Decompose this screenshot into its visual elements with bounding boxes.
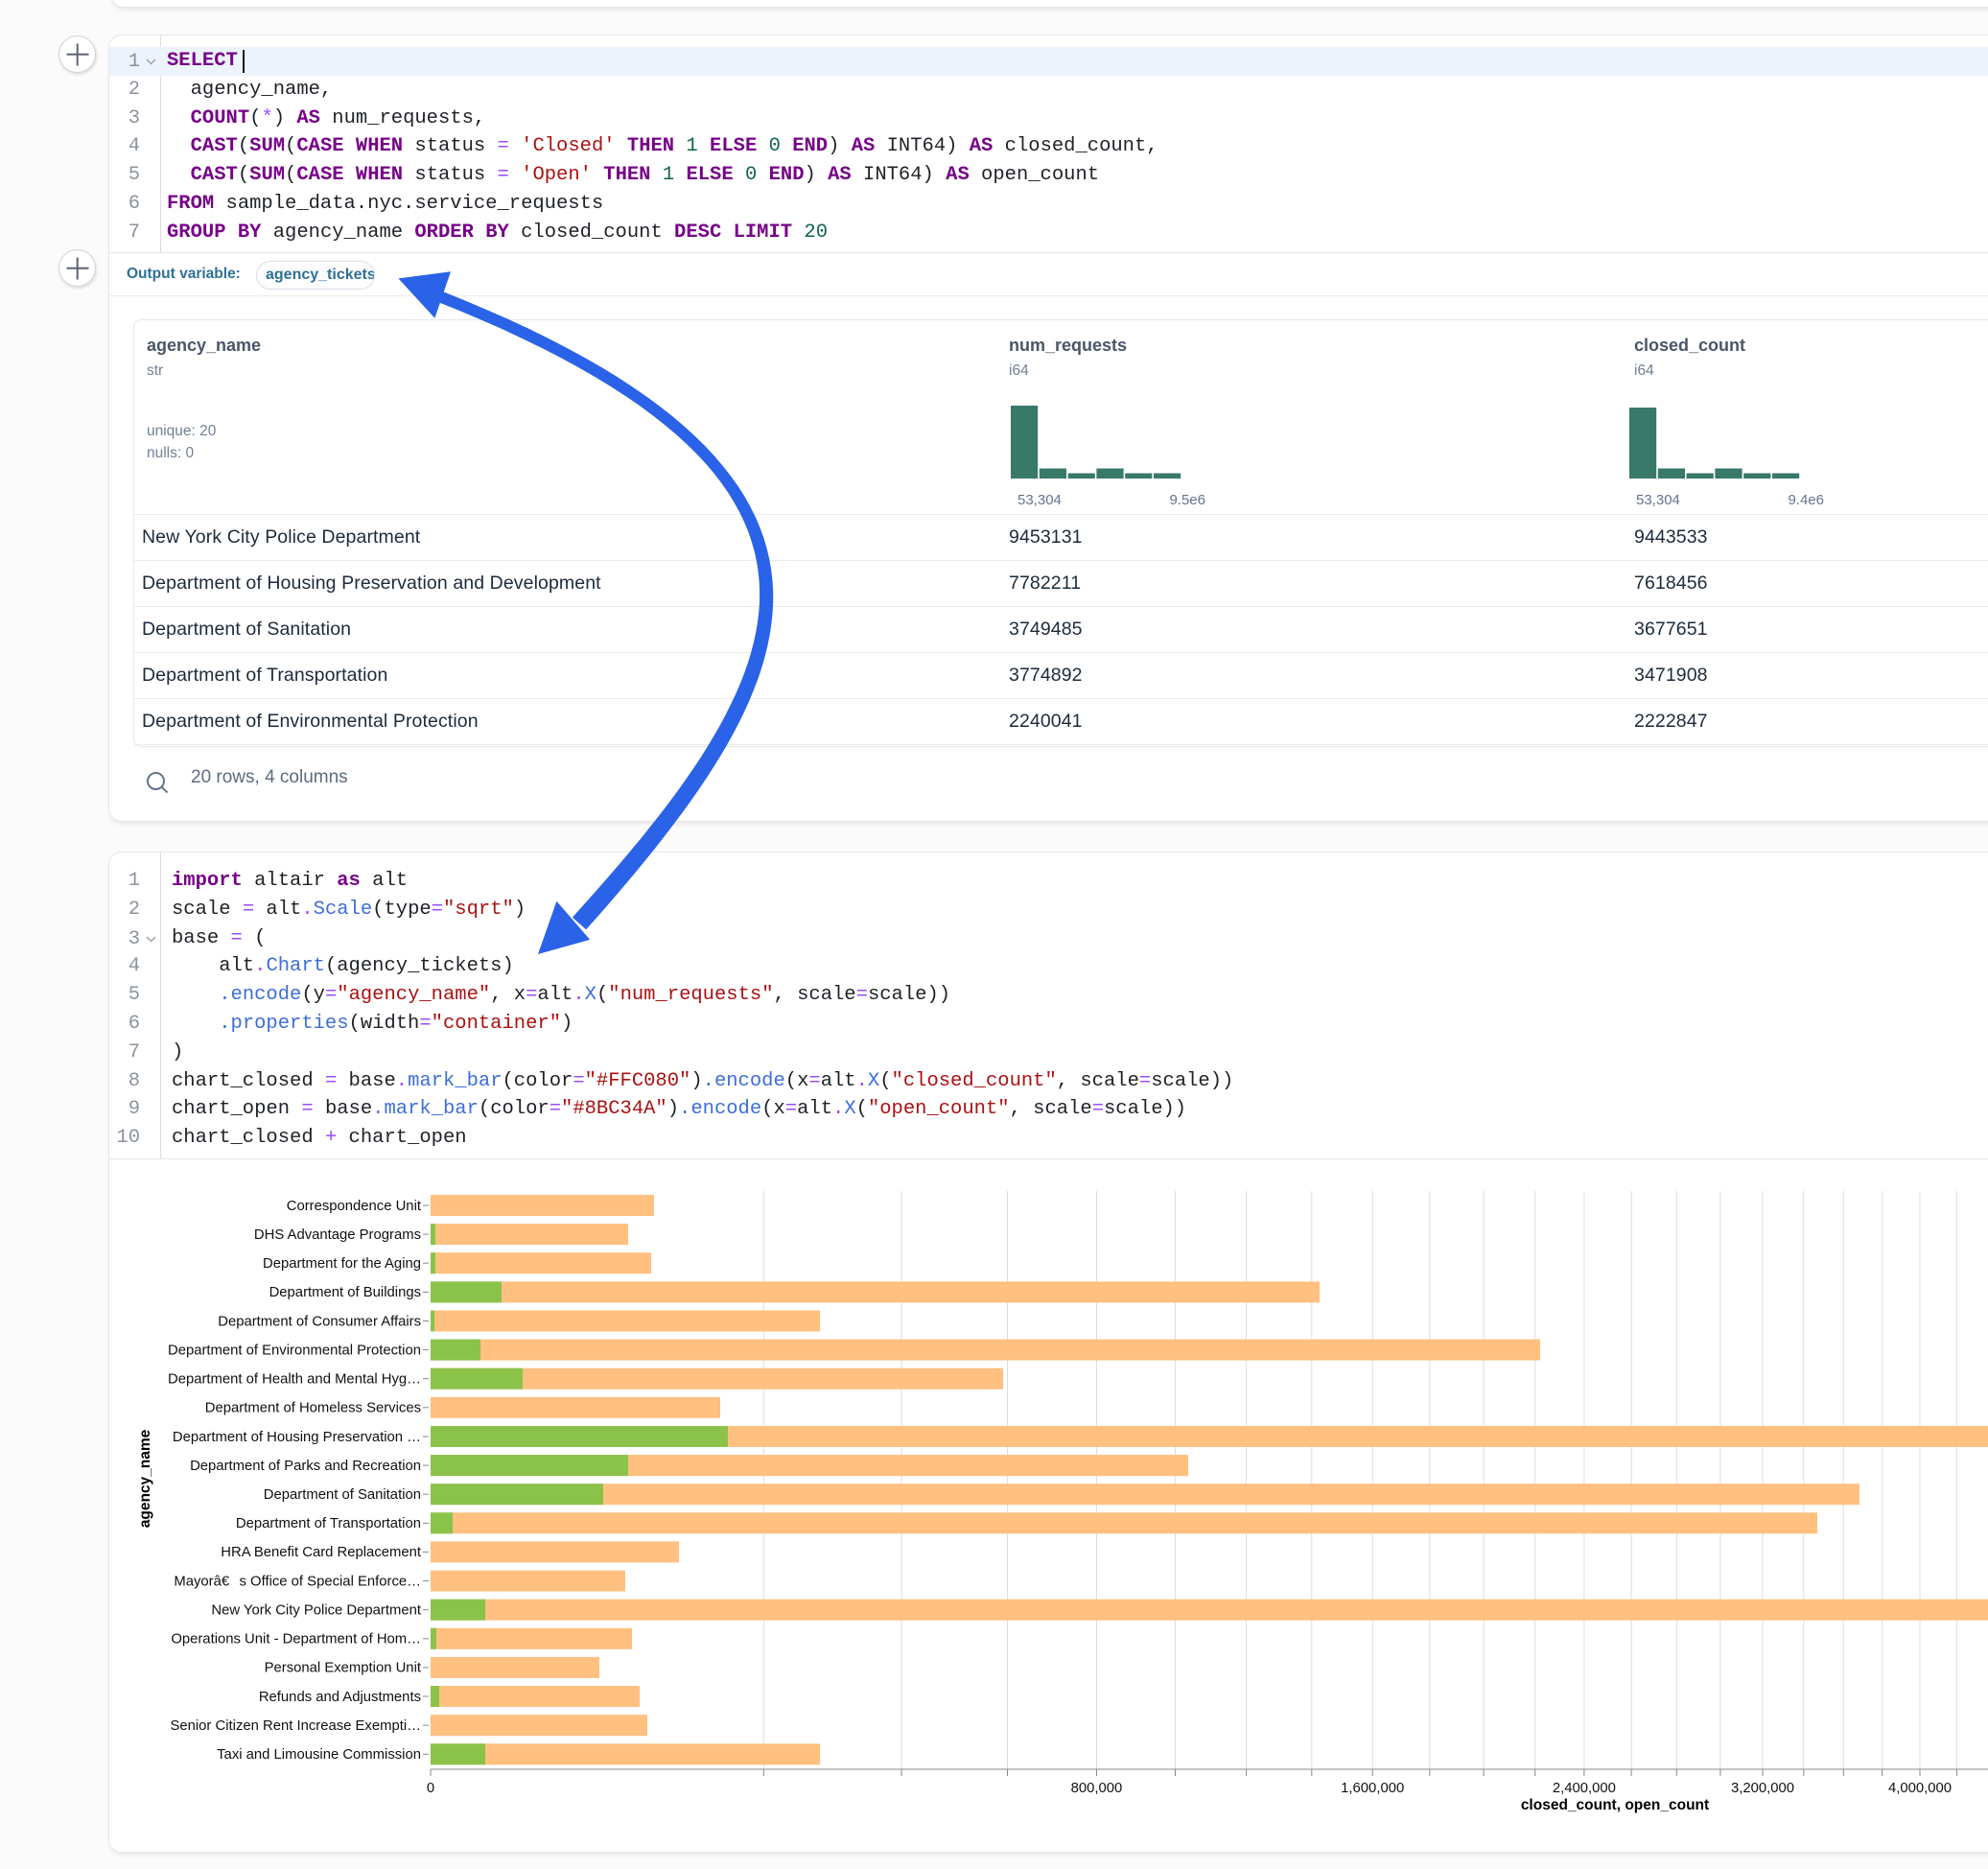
svg-text:2,400,000: 2,400,000 — [1553, 1781, 1616, 1796]
svg-text:800,000: 800,000 — [1071, 1781, 1123, 1796]
svg-text:9.5e6: 9.5e6 — [1169, 492, 1205, 508]
svg-text:Department of Sanitation: Department of Sanitation — [264, 1487, 421, 1503]
svg-text:Senior Citizen Rent Increase E: Senior Citizen Rent Increase Exempti… — [170, 1718, 421, 1734]
svg-text:1,600,000: 1,600,000 — [1341, 1781, 1404, 1796]
svg-text:53,304: 53,304 — [1636, 492, 1680, 508]
svg-text:Mayorâ€ s Office of Special E: Mayorâ€ s Office of Special Enforce… — [174, 1574, 421, 1589]
svg-text:3,200,000: 3,200,000 — [1731, 1781, 1794, 1796]
svg-text:HRA Benefit Card Replacement: HRA Benefit Card Replacement — [221, 1545, 422, 1560]
svg-text:Refunds and Adjustments: Refunds and Adjustments — [259, 1690, 421, 1705]
svg-text:Department of Environmental Pr: Department of Environmental Protection — [168, 1343, 421, 1358]
svg-text:DHS Advantage Programs: DHS Advantage Programs — [254, 1227, 421, 1243]
svg-text:Department of Parks and Recrea: Department of Parks and Recreation — [190, 1459, 421, 1474]
svg-text:Department of Buildings: Department of Buildings — [269, 1285, 421, 1300]
svg-text:Department of Health and Menta: Department of Health and Mental Hyg… — [168, 1372, 421, 1388]
svg-text:0: 0 — [427, 1781, 434, 1796]
svg-text:4,000,000: 4,000,000 — [1888, 1781, 1952, 1796]
svg-text:Department of Homeless Service: Department of Homeless Services — [205, 1401, 421, 1416]
svg-text:Department of Transportation: Department of Transportation — [236, 1516, 421, 1531]
svg-text:agency_name: agency_name — [137, 1429, 153, 1528]
svg-text:9.4e6: 9.4e6 — [1788, 492, 1824, 508]
svg-text:Operations Unit - Department o: Operations Unit - Department of Hom… — [171, 1632, 421, 1647]
svg-text:Department for the Aging: Department for the Aging — [263, 1256, 421, 1272]
svg-text:Taxi and Limousine Commission: Taxi and Limousine Commission — [217, 1747, 421, 1763]
svg-text:Correspondence Unit: Correspondence Unit — [287, 1199, 422, 1214]
svg-text:Department of Consumer Affairs: Department of Consumer Affairs — [218, 1314, 421, 1329]
svg-text:closed_count, open_count: closed_count, open_count — [1521, 1797, 1709, 1813]
svg-text:53,304: 53,304 — [1017, 492, 1062, 508]
svg-text:New York City Police Departmen: New York City Police Department — [211, 1603, 422, 1619]
svg-text:Personal Exemption Unit: Personal Exemption Unit — [265, 1661, 422, 1676]
svg-text:Department of Housing Preserva: Department of Housing Preservation … — [173, 1430, 421, 1445]
